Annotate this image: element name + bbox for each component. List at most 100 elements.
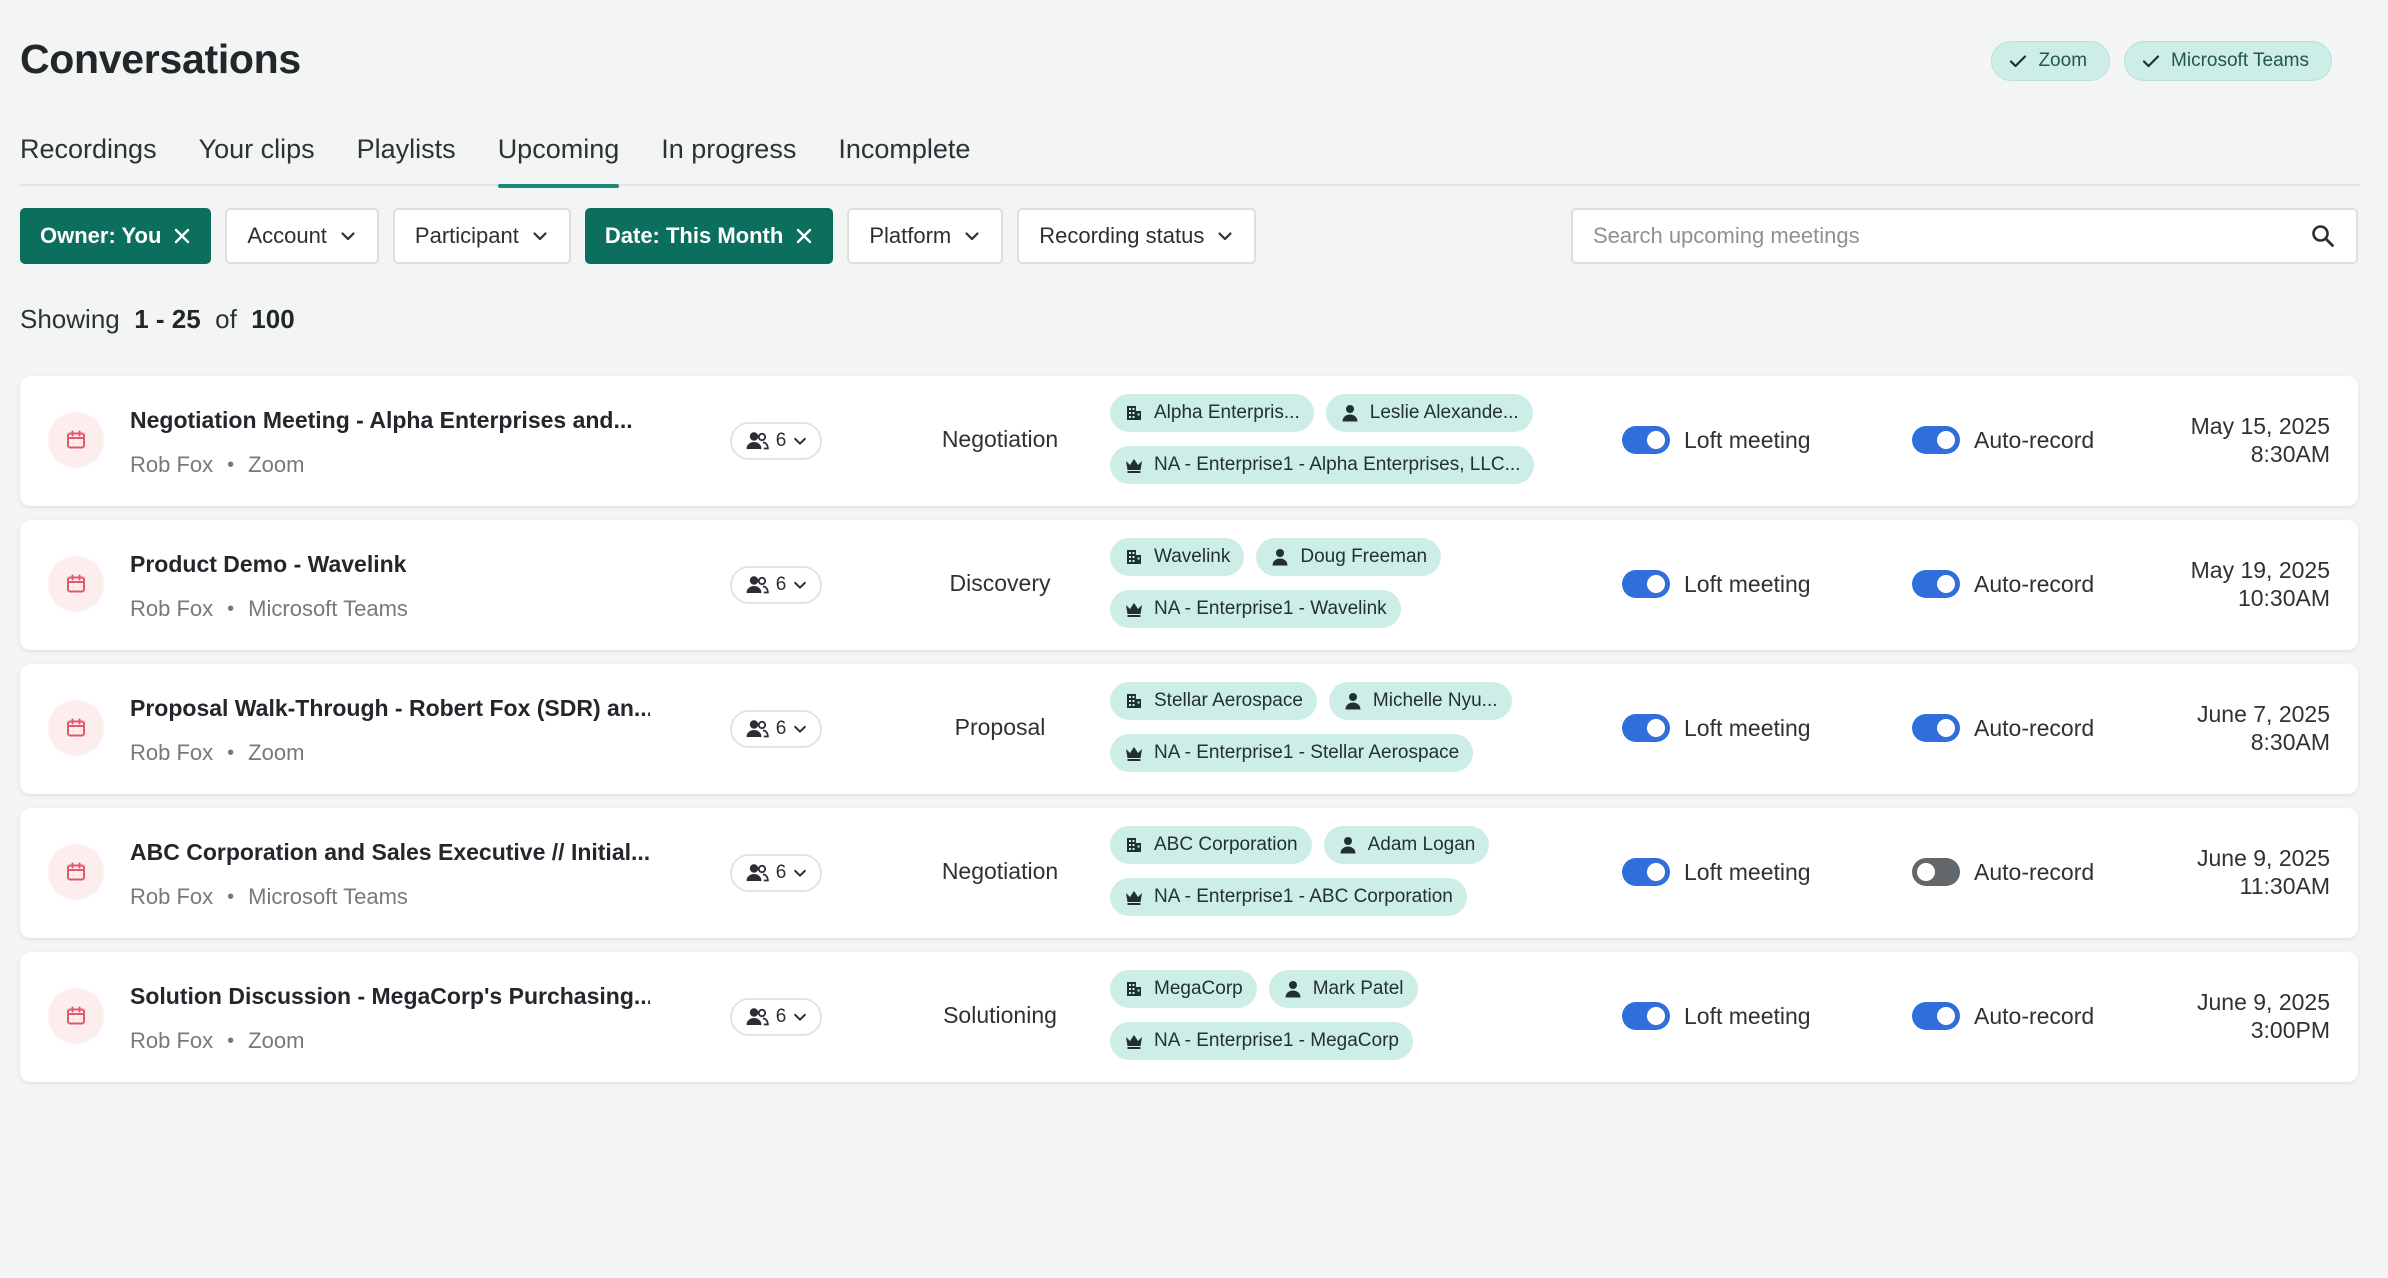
meeting-time: 11:30AM [2239, 873, 2330, 899]
calendar-icon [48, 700, 104, 756]
opportunity-tag[interactable]: NA - Enterprise1 - Wavelink [1110, 590, 1401, 628]
zoom-integration-badge[interactable]: Zoom [1991, 41, 2111, 81]
participant-filter-dropdown[interactable]: Participant [392, 208, 571, 264]
auto-record-toggle[interactable]: Auto-record [1912, 858, 2094, 886]
search-input[interactable] [1593, 223, 2310, 249]
auto-record-toggle[interactable]: Auto-record [1912, 570, 2094, 598]
meeting-title[interactable]: Proposal Walk-Through - Robert Fox (SDR)… [130, 695, 650, 722]
tag-row: NA - Enterprise1 - Wavelink [1110, 590, 1590, 628]
tab-in-progress[interactable]: In progress [661, 130, 796, 186]
auto-record-toggle-label: Auto-record [1974, 714, 2095, 741]
participants-dropdown[interactable]: 6 [730, 422, 822, 460]
meeting-platform: Zoom [248, 452, 305, 477]
meeting-row[interactable]: Negotiation Meeting - Alpha Enterprises … [20, 376, 2358, 506]
meeting-row[interactable]: Product Demo - Wavelink Rob Fox • Micros… [20, 520, 2358, 650]
meeting-meta: Rob Fox • Zoom [130, 1028, 304, 1054]
meeting-datetime: June 9, 2025 11:30AM [2197, 844, 2330, 900]
account-filter-dropdown[interactable]: Account [225, 208, 379, 264]
auto-record-toggle-switch[interactable] [1912, 858, 1960, 886]
meeting-title[interactable]: ABC Corporation and Sales Executive // I… [130, 839, 650, 866]
tab-recordings[interactable]: Recordings [20, 130, 157, 186]
account-tag[interactable]: ABC Corporation [1110, 826, 1312, 864]
tab-your-clips[interactable]: Your clips [199, 130, 315, 186]
date-filter-chip[interactable]: Date: This Month [584, 208, 834, 264]
microsoft-teams-integration-badge[interactable]: Microsoft Teams [2124, 41, 2332, 81]
auto-record-toggle-switch[interactable] [1912, 570, 1960, 598]
participants-dropdown[interactable]: 6 [730, 710, 822, 748]
meeting-row[interactable]: Proposal Walk-Through - Robert Fox (SDR)… [20, 664, 2358, 794]
chevron-down-icon [533, 232, 547, 241]
contact-tag[interactable]: Mark Patel [1268, 970, 1418, 1008]
participants-dropdown[interactable]: 6 [730, 566, 822, 604]
contact-tag[interactable]: Michelle Nyu... [1328, 682, 1512, 720]
tab-playlists[interactable]: Playlists [357, 130, 456, 186]
contact-tag[interactable]: Doug Freeman [1256, 538, 1442, 576]
account-tag[interactable]: MegaCorp [1110, 970, 1257, 1008]
meeting-title[interactable]: Solution Discussion - MegaCorp's Purchas… [130, 983, 650, 1010]
results-total: 100 [251, 304, 295, 334]
auto-record-toggle[interactable]: Auto-record [1912, 1002, 2094, 1030]
auto-record-toggle[interactable]: Auto-record [1912, 426, 2094, 454]
tab-upcoming[interactable]: Upcoming [497, 130, 619, 188]
building-icon [1127, 406, 1141, 420]
opportunity-tag-label: NA - Enterprise1 - Wavelink [1154, 598, 1387, 619]
account-tag-label: ABC Corporation [1154, 834, 1298, 855]
auto-record-toggle[interactable]: Auto-record [1912, 714, 2094, 742]
calendar-icon [48, 988, 104, 1044]
opportunity-tag[interactable]: NA - Enterprise1 - Stellar Aerospace [1110, 734, 1474, 772]
separator-dot: • [227, 1029, 235, 1052]
meeting-time: 8:30AM [2250, 441, 2330, 467]
loft-toggle-switch[interactable] [1622, 714, 1670, 742]
loft-toggle-switch[interactable] [1622, 570, 1670, 598]
contact-tag[interactable]: Leslie Alexande... [1325, 394, 1533, 432]
loft-meeting-toggle[interactable]: Loft meeting [1622, 1002, 1811, 1030]
meeting-row[interactable]: Solution Discussion - MegaCorp's Purchas… [20, 952, 2358, 1082]
participants-dropdown[interactable]: 6 [730, 854, 822, 892]
building-icon [1127, 550, 1141, 564]
owner-filter-chip[interactable]: Owner: You [20, 208, 212, 264]
meeting-owner: Rob Fox [130, 884, 214, 909]
integration-label: Microsoft Teams [2171, 50, 2309, 71]
opportunity-tag[interactable]: NA - Enterprise1 - Alpha Enterprises, LL… [1110, 446, 1535, 484]
auto-record-toggle-switch[interactable] [1912, 714, 1960, 742]
opportunity-tag[interactable]: NA - Enterprise1 - MegaCorp [1110, 1022, 1413, 1060]
loft-meeting-toggle[interactable]: Loft meeting [1622, 426, 1811, 454]
calendar-icon [48, 844, 104, 900]
loft-toggle-switch[interactable] [1622, 858, 1670, 886]
results-prefix: Showing [20, 304, 120, 334]
tag-row: Alpha Enterpris... Leslie Alexande... [1110, 394, 1590, 432]
search-icon[interactable] [2310, 223, 2336, 249]
loft-meeting-toggle[interactable]: Loft meeting [1622, 858, 1811, 886]
people-icon [746, 576, 769, 594]
account-tag[interactable]: Stellar Aerospace [1110, 682, 1317, 720]
account-tag[interactable]: Alpha Enterpris... [1110, 394, 1314, 432]
auto-record-toggle-switch[interactable] [1912, 1002, 1960, 1030]
platform-filter-dropdown[interactable]: Platform [847, 208, 1004, 264]
meeting-row[interactable]: ABC Corporation and Sales Executive // I… [20, 808, 2358, 938]
person-icon [1285, 981, 1301, 998]
account-tag-label: Wavelink [1154, 546, 1231, 567]
meeting-title[interactable]: Product Demo - Wavelink [130, 551, 650, 578]
meeting-date: June 9, 2025 [2196, 845, 2330, 871]
close-icon[interactable] [173, 227, 191, 245]
loft-toggle-switch[interactable] [1622, 1002, 1670, 1030]
loft-toggle-label: Loft meeting [1684, 1002, 1811, 1029]
contact-tag[interactable]: Adam Logan [1323, 826, 1490, 864]
participants-dropdown[interactable]: 6 [730, 998, 822, 1036]
conversations-page: Conversations Zoom Microsoft Teams Recor… [0, 0, 2388, 1278]
close-icon[interactable] [795, 227, 813, 245]
recording-status-filter-dropdown[interactable]: Recording status [1017, 208, 1257, 264]
auto-record-toggle-switch[interactable] [1912, 426, 1960, 454]
meeting-date: June 9, 2025 [2196, 989, 2330, 1015]
tab-incomplete[interactable]: Incomplete [838, 130, 970, 186]
crm-tags: Stellar Aerospace Michelle Nyu... NA - E… [1110, 682, 1590, 786]
people-icon [746, 864, 769, 882]
account-tag[interactable]: Wavelink [1110, 538, 1245, 576]
account-tag-label: MegaCorp [1154, 978, 1243, 999]
integration-badges: Zoom Microsoft Teams [1991, 41, 2332, 81]
loft-meeting-toggle[interactable]: Loft meeting [1622, 570, 1811, 598]
meeting-title[interactable]: Negotiation Meeting - Alpha Enterprises … [130, 407, 650, 434]
opportunity-tag[interactable]: NA - Enterprise1 - ABC Corporation [1110, 878, 1467, 916]
loft-meeting-toggle[interactable]: Loft meeting [1622, 714, 1811, 742]
loft-toggle-switch[interactable] [1622, 426, 1670, 454]
